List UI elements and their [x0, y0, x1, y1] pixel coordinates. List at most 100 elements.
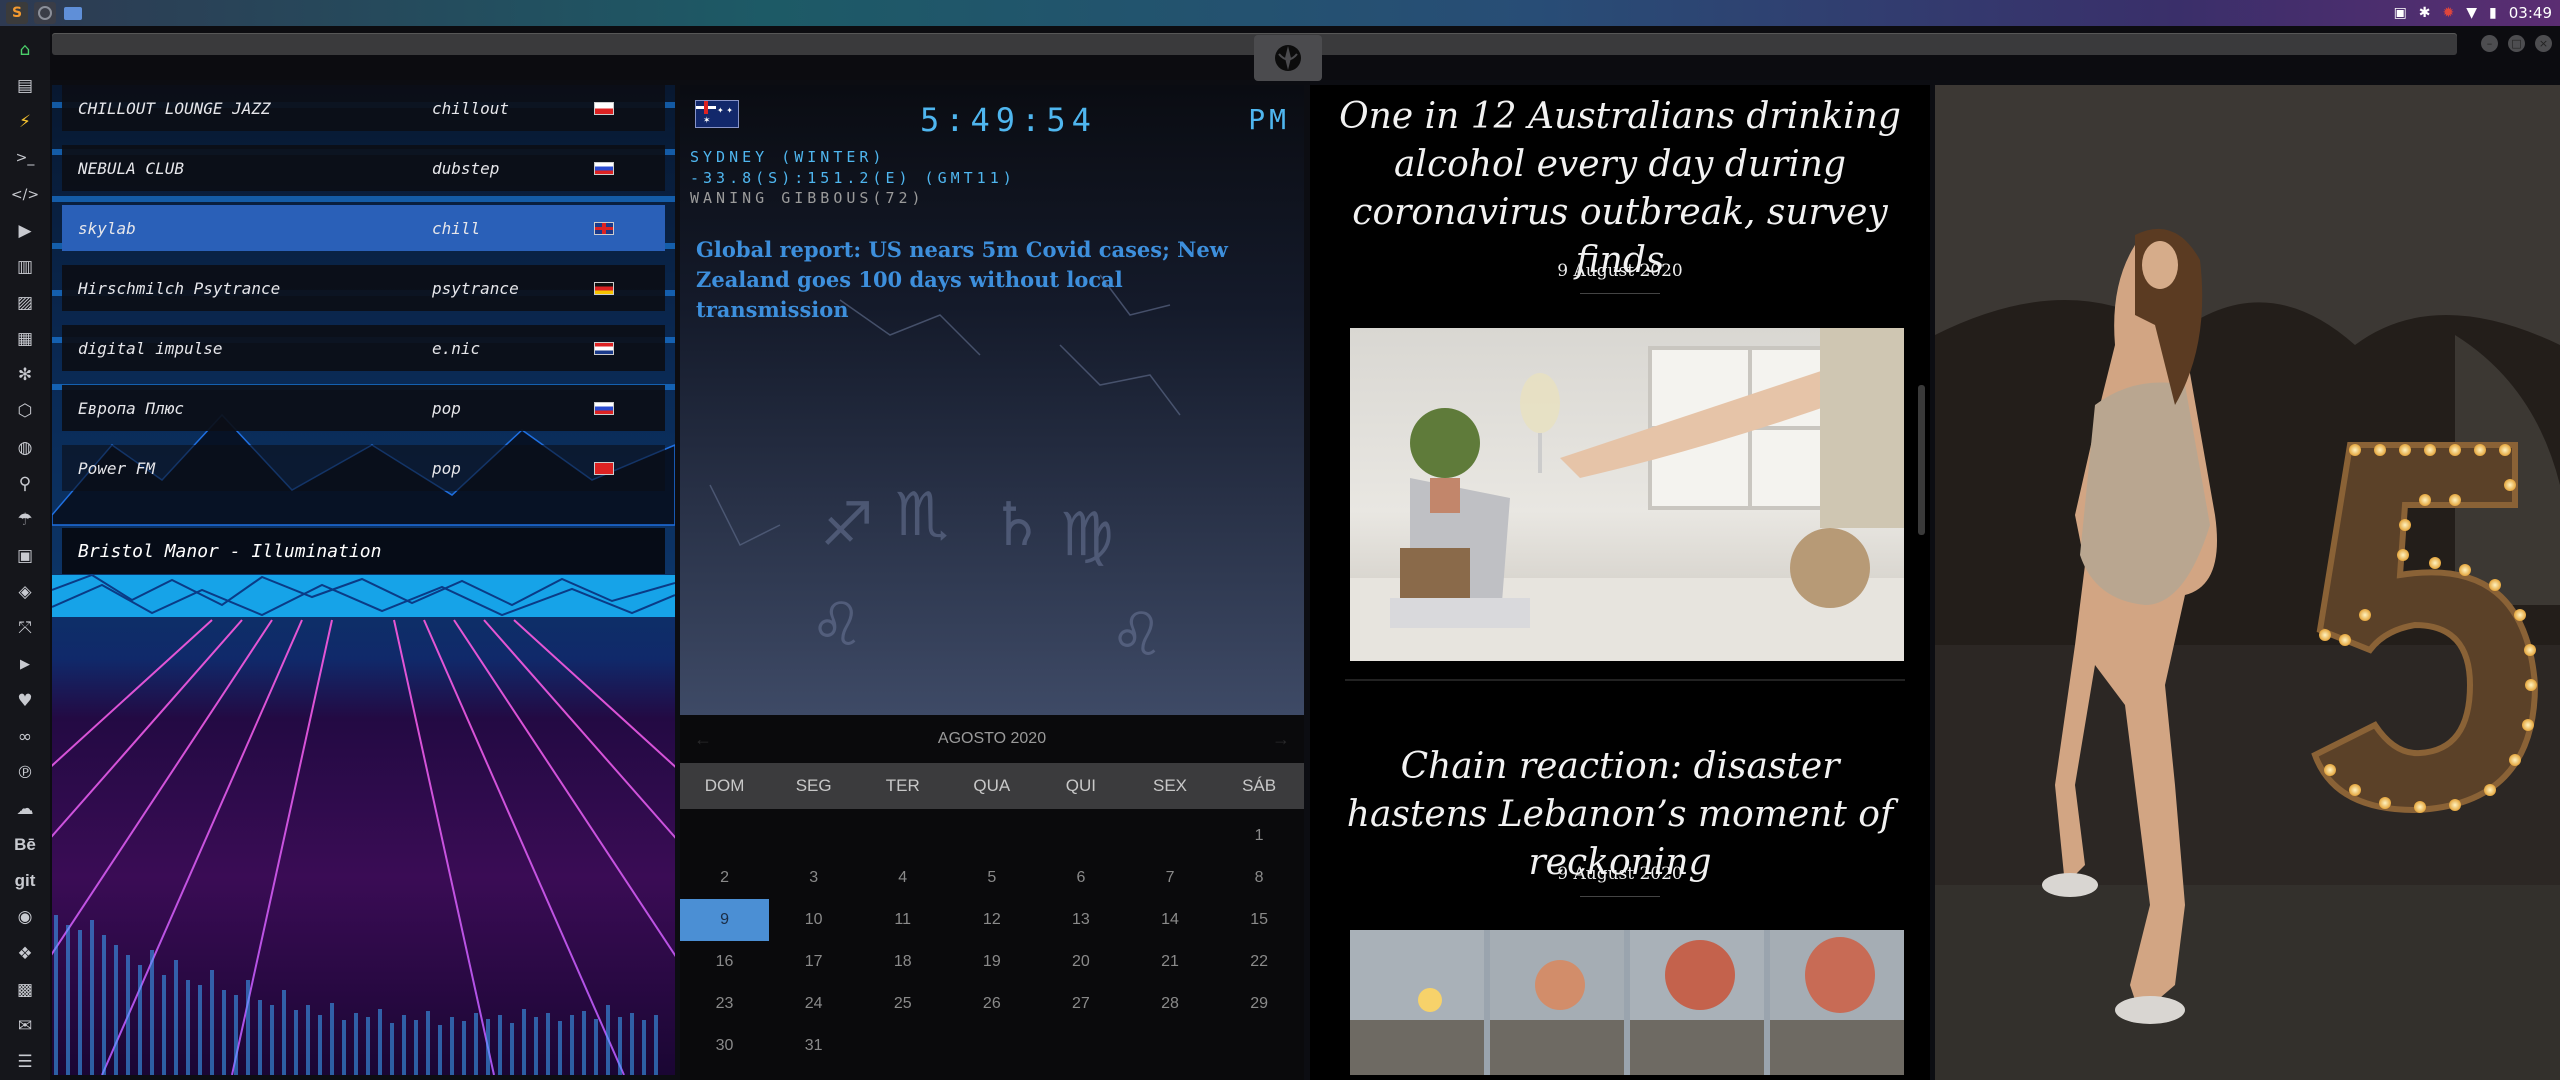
calendar-day-today[interactable]: 9	[680, 899, 770, 941]
files-icon[interactable]: ▥	[11, 249, 39, 285]
search-icon[interactable]: ⚲	[11, 466, 39, 502]
calendar-day[interactable]: 7	[1125, 857, 1214, 899]
file-icon[interactable]: ▤	[11, 68, 39, 104]
map-icon[interactable]: ▩	[11, 972, 39, 1008]
station-row[interactable]: Power FM pop	[62, 445, 665, 491]
terminal-icon[interactable]: >_	[11, 140, 39, 176]
wifi-icon[interactable]: ▼	[2466, 5, 2477, 21]
visualizer-bar	[198, 985, 202, 1075]
cubes-icon[interactable]: ❖	[11, 936, 39, 972]
station-row[interactable]: Hirschmilch Psytrance psytrance	[62, 265, 665, 311]
calendar-day[interactable]: 4	[858, 857, 947, 899]
calendar-day[interactable]: 28	[1125, 983, 1214, 1025]
newspaper-icon[interactable]: ▦	[11, 321, 39, 357]
code-icon[interactable]: </>	[11, 177, 39, 213]
pinterest-icon[interactable]: ℗	[11, 755, 39, 791]
bluetooth-icon[interactable]: ✱	[2419, 5, 2431, 21]
cloud-icon[interactable]: ☁	[11, 791, 39, 827]
calendar-day[interactable]: 14	[1125, 899, 1214, 941]
calendar-day[interactable]: 8	[1215, 857, 1304, 899]
globe-icon[interactable]: ◍	[11, 430, 39, 466]
calendar-day[interactable]: 1	[1215, 815, 1304, 857]
sublime-icon[interactable]: S	[6, 2, 28, 24]
svg-text:♐: ♐	[820, 490, 874, 560]
heart-icon[interactable]: ♥	[11, 683, 39, 719]
behance-icon[interactable]: Bē	[11, 827, 39, 863]
prev-month-icon[interactable]: ←	[694, 729, 712, 750]
close-button[interactable]: ×	[2535, 35, 2552, 52]
maximize-button[interactable]: □	[2508, 35, 2525, 52]
tags-icon[interactable]: ◈	[11, 574, 39, 610]
calendar-day[interactable]: 20	[1036, 941, 1125, 983]
image-icon[interactable]: ▨	[11, 285, 39, 321]
station-name: digital impulse	[78, 338, 223, 358]
marquee-bulb	[2499, 444, 2511, 456]
news-headline-link[interactable]: Global report: US nears 5m Covid cases; …	[696, 235, 1256, 325]
article-image[interactable]	[1350, 328, 1904, 661]
article-title[interactable]: One in 12 Australians drinking alcohol e…	[1330, 93, 1910, 285]
tray-clock[interactable]: 03:49	[2509, 4, 2552, 22]
folder-icon[interactable]	[62, 2, 84, 24]
umbrella-icon[interactable]: ☂	[11, 502, 39, 538]
calendar-day[interactable]: 6	[1036, 857, 1125, 899]
station-row[interactable]: NEBULA CLUB dubstep	[62, 145, 665, 191]
calendar-day[interactable]: 12	[947, 899, 1036, 941]
top-panel: S ▣ ✱ ✹ ▼ ▮ 03:49	[0, 0, 2560, 26]
calendar-day[interactable]: 25	[858, 983, 947, 1025]
calendar-day[interactable]: 26	[947, 983, 1036, 1025]
calendar-day[interactable]: 18	[858, 941, 947, 983]
article-image[interactable]	[1350, 930, 1904, 1075]
station-row-selected[interactable]: skylab chill	[62, 205, 665, 251]
visualizer-bar	[66, 925, 70, 1075]
mail-icon[interactable]: ✉	[11, 1008, 39, 1044]
station-row[interactable]: digital impulse e.nic	[62, 325, 665, 371]
battery-icon[interactable]: ▮	[2489, 5, 2497, 21]
visualizer-bar	[366, 1017, 370, 1075]
chrome-icon[interactable]	[34, 2, 56, 24]
calendar-day[interactable]: 24	[769, 983, 858, 1025]
calendar-day[interactable]: 13	[1036, 899, 1125, 941]
calendar-day[interactable]: 27	[1036, 983, 1125, 1025]
calendar-day[interactable]: 29	[1215, 983, 1304, 1025]
calendar-day[interactable]: 17	[769, 941, 858, 983]
marquee-bulb	[2414, 801, 2426, 813]
hexagon-icon[interactable]: ⬡	[11, 393, 39, 429]
calendar-day[interactable]: 3	[769, 857, 858, 899]
calendar-day[interactable]: 21	[1125, 941, 1214, 983]
play-icon[interactable]: ▶	[11, 213, 39, 249]
bug-icon[interactable]: ✹	[2443, 5, 2455, 21]
news-scrollbar[interactable]	[1918, 385, 1925, 535]
calendar-day[interactable]: 16	[680, 941, 769, 983]
empty-day-cell	[1036, 815, 1125, 857]
calendar-day[interactable]: 5	[947, 857, 1036, 899]
bolt-icon[interactable]: ⚡	[11, 104, 39, 140]
next-month-icon[interactable]: →	[1272, 729, 1290, 750]
home-icon[interactable]: ⌂	[11, 32, 39, 68]
empty-day-cell	[1125, 1025, 1214, 1067]
calendar-day[interactable]: 22	[1215, 941, 1304, 983]
settings-icon[interactable]: ✻	[11, 357, 39, 393]
youtube-icon[interactable]: ▶	[11, 646, 39, 682]
calendar-day[interactable]: 23	[680, 983, 769, 1025]
minimize-button[interactable]: –	[2481, 35, 2498, 52]
git-icon[interactable]: git	[11, 863, 39, 899]
station-row[interactable]: Европа Плюс pop	[62, 385, 665, 431]
now-playing: Bristol Manor - Illumination	[62, 528, 665, 574]
calendar-day[interactable]: 10	[769, 899, 858, 941]
visualizer-bar	[318, 1015, 322, 1075]
infinity-icon[interactable]: ∞	[11, 719, 39, 755]
github-icon[interactable]: ◉	[11, 899, 39, 935]
calendar-day[interactable]: 2	[680, 857, 769, 899]
station-row[interactable]: CHILLOUT LOUNGE JAZZ chillout	[62, 85, 665, 131]
calendar-day[interactable]: 19	[947, 941, 1036, 983]
expand-icon[interactable]: ⤧	[11, 610, 39, 646]
calendar-day[interactable]: 31	[769, 1025, 858, 1067]
photo-tray-icon[interactable]: ▣	[2394, 5, 2407, 21]
calendar-day[interactable]: 30	[680, 1025, 769, 1067]
calendar-day[interactable]: 15	[1215, 899, 1304, 941]
calendar-day[interactable]: 11	[858, 899, 947, 941]
server-icon[interactable]: ☰	[11, 1044, 39, 1080]
station-name: skylab	[78, 218, 136, 238]
contact-icon[interactable]: ▣	[11, 538, 39, 574]
visualizer-bar	[510, 1023, 514, 1075]
